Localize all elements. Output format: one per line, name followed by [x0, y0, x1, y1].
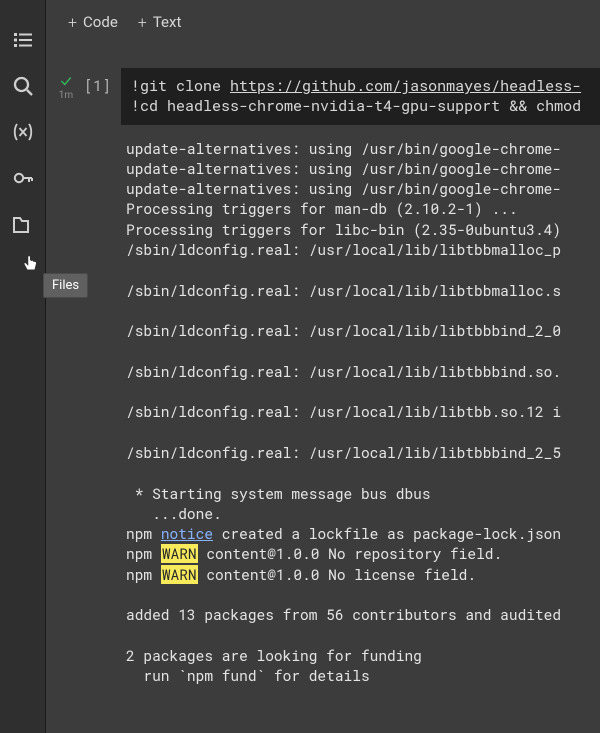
plus-icon: +	[68, 13, 77, 32]
output-line: run `npm fund` for details	[126, 666, 600, 686]
code-editor[interactable]: !git clone https://github.com/jasonmayes…	[121, 68, 600, 125]
add-text-button[interactable]: + Text	[138, 13, 182, 32]
output-line	[126, 301, 600, 321]
output-line: Processing triggers for libc-bin (2.35-0…	[126, 220, 600, 240]
add-code-label: Code	[83, 13, 118, 31]
output-line	[126, 626, 600, 646]
output-line: /sbin/ldconfig.real: /usr/local/lib/libt…	[126, 240, 600, 260]
code-text: cd headless-chrome-nvidia-t4-gpu-support…	[140, 96, 581, 116]
output-line: /sbin/ldconfig.real: /usr/local/lib/libt…	[126, 402, 600, 422]
output-line	[126, 585, 600, 605]
add-code-button[interactable]: + Code	[68, 13, 118, 32]
output-line: update-alternatives: using /usr/bin/goog…	[126, 159, 600, 179]
npm-notice-link: notice	[161, 524, 213, 543]
output-line: 2 packages are looking for funding	[126, 646, 600, 666]
sidebar	[0, 0, 46, 733]
search-icon[interactable]	[11, 74, 35, 98]
main-panel: + Code + Text 1m [1] !git clone https://…	[46, 0, 600, 733]
output-line	[126, 463, 600, 483]
output-line: * Starting system message bus dbus	[126, 484, 600, 504]
output-line: ...done.	[126, 504, 600, 524]
code-cell: 1m [1] !git clone https://github.com/jas…	[56, 68, 600, 687]
output-line: /sbin/ldconfig.real: /usr/local/lib/libt…	[126, 443, 600, 463]
output-line	[126, 382, 600, 402]
secrets-key-icon[interactable]	[11, 166, 35, 190]
output-line	[126, 423, 600, 443]
cell-index: [1]	[84, 68, 111, 96]
files-icon[interactable]	[11, 212, 35, 236]
npm-warn-badge: WARN	[161, 544, 198, 563]
output-line: update-alternatives: using /usr/bin/goog…	[126, 139, 600, 159]
output-line	[126, 260, 600, 280]
check-icon	[59, 74, 73, 88]
plus-icon: +	[138, 13, 147, 32]
output-line: npm notice created a lockfile as package…	[126, 524, 600, 544]
execution-gutter[interactable]: 1m	[56, 68, 76, 687]
output-line: /sbin/ldconfig.real: /usr/local/lib/libt…	[126, 281, 600, 301]
output-line: npm WARN content@1.0.0 No repository fie…	[126, 544, 600, 564]
output-line: npm WARN content@1.0.0 No license field.	[126, 565, 600, 585]
variables-icon[interactable]	[11, 120, 35, 144]
code-text: git clone	[140, 76, 230, 96]
output-line: update-alternatives: using /usr/bin/goog…	[126, 179, 600, 199]
notebook-toolbar: + Code + Text	[46, 0, 600, 44]
output-line: Processing triggers for man-db (2.10.2-1…	[126, 199, 600, 219]
output-line: added 13 packages from 56 contributors a…	[126, 605, 600, 625]
code-url: https://github.com/jasonmayes/headless-	[230, 76, 581, 96]
table-of-contents-icon[interactable]	[11, 28, 35, 52]
output-line: /sbin/ldconfig.real: /usr/local/lib/libt…	[126, 321, 600, 341]
execution-time: 1m	[59, 90, 73, 101]
output-line	[126, 341, 600, 361]
tooltip: Files	[43, 273, 88, 298]
npm-warn-badge: WARN	[161, 565, 198, 584]
cell-output[interactable]: update-alternatives: using /usr/bin/goog…	[126, 125, 600, 687]
add-text-label: Text	[153, 13, 182, 31]
output-line: /sbin/ldconfig.real: /usr/local/lib/libt…	[126, 362, 600, 382]
